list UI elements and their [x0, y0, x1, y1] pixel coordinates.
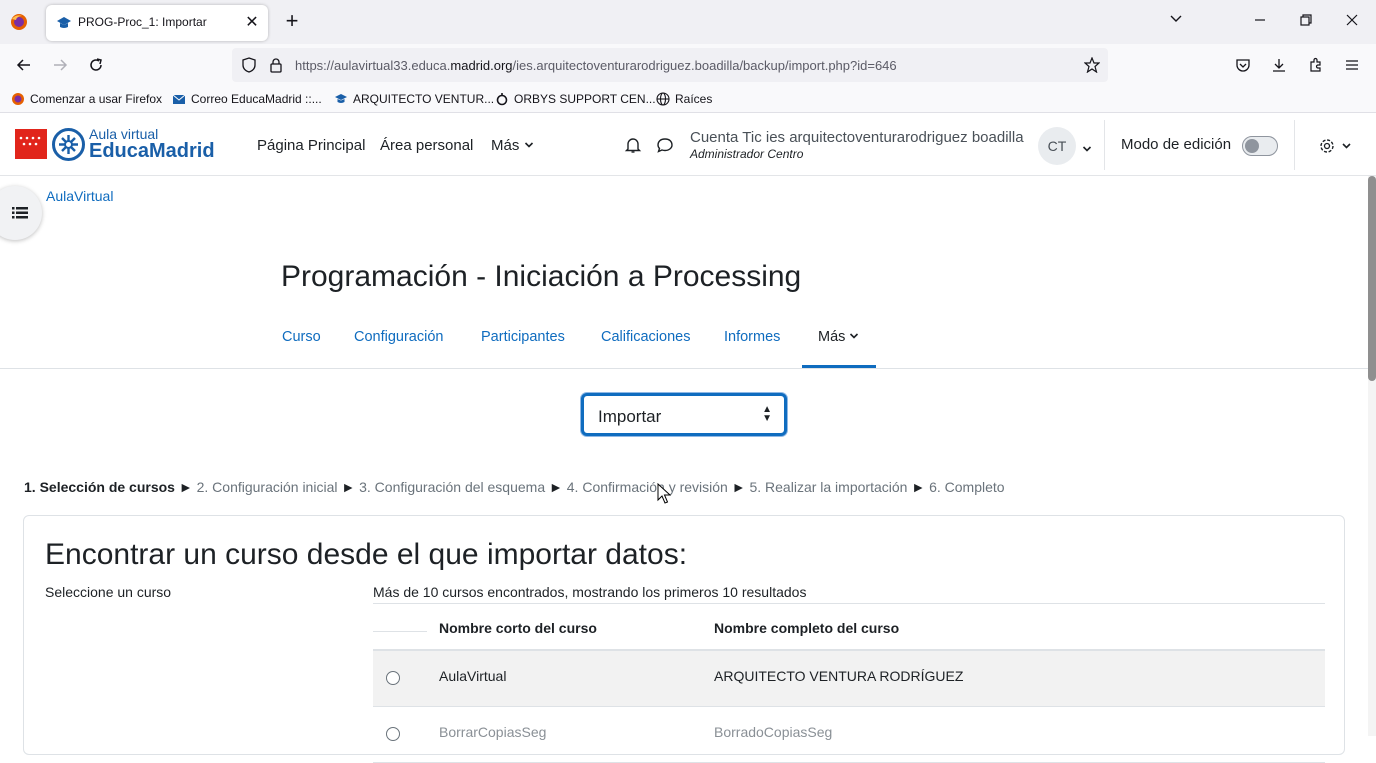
tab-mas[interactable]: Más: [818, 329, 859, 345]
downloads-icon[interactable]: [1267, 53, 1291, 77]
section-title: Encontrar un curso desde el que importar…: [45, 538, 688, 571]
header-divider: [1104, 120, 1105, 170]
table-header: Nombre corto del curso Nombre completo d…: [373, 603, 1325, 651]
course-full-name: BorradoCopiasSeg: [714, 724, 833, 740]
tab-calificaciones[interactable]: Calificaciones: [601, 329, 690, 345]
column-header-full-name: Nombre completo del curso: [714, 620, 900, 636]
course-short-name: BorrarCopiasSeg: [439, 724, 547, 740]
column-header-short-name: Nombre corto del curso: [439, 620, 597, 636]
step-current: 1. Selección de cursos: [24, 479, 175, 495]
browser-navbar: https://aulavirtual33.educa.madrid.org/i…: [0, 44, 1376, 86]
toggle-knob: [1245, 139, 1259, 153]
moodle-cap-icon: [57, 17, 71, 28]
new-tab-button[interactable]: +: [282, 10, 302, 34]
logo-title[interactable]: EducaMadrid: [89, 140, 215, 163]
settings-gear-icon[interactable]: [1318, 136, 1354, 156]
step: 4. Confirmación y revisión: [566, 479, 728, 495]
messages-icon[interactable]: [655, 135, 675, 155]
moodle-cap-icon: [335, 94, 347, 103]
course-index-drawer-button[interactable]: [0, 186, 42, 240]
educamadrid-logo-icon[interactable]: [52, 128, 85, 161]
reload-icon[interactable]: [84, 53, 108, 77]
step: 5. Realizar la importación: [749, 479, 908, 495]
edit-mode-toggle[interactable]: [1242, 136, 1278, 156]
nav-area-personal[interactable]: Área personal: [380, 137, 473, 154]
user-role: Administrador Centro: [690, 147, 804, 161]
user-menu-chevron-icon[interactable]: [1082, 141, 1092, 159]
bookmark-firefox[interactable]: Comenzar a usar Firefox: [11, 92, 162, 106]
header-divider: [1294, 120, 1295, 170]
list-all-tabs-icon[interactable]: [1166, 11, 1186, 31]
chevron-down-icon: [850, 333, 859, 339]
firefox-icon: [12, 93, 24, 105]
restore-window-icon[interactable]: [1296, 11, 1316, 31]
back-arrow-icon[interactable]: [12, 53, 36, 77]
mail-icon: [172, 94, 186, 104]
minimize-window-icon[interactable]: [1250, 11, 1270, 31]
avatar[interactable]: CT: [1038, 127, 1076, 165]
tab-informes[interactable]: Informes: [724, 329, 780, 345]
results-count-text: Más de 10 cursos encontrados, mostrando …: [373, 584, 807, 600]
mouse-pointer-icon: [657, 483, 671, 504]
select-course-label: Seleccione un curso: [45, 584, 172, 600]
table-row[interactable]: AulaVirtual ARQUITECTO VENTURA RODRÍGUEZ: [373, 651, 1325, 707]
forward-arrow-icon[interactable]: [48, 53, 72, 77]
course-radio[interactable]: [386, 727, 400, 741]
bookmark-orbys[interactable]: ORBYS SUPPORT CEN...: [495, 92, 656, 106]
orbys-icon: [496, 93, 508, 106]
select-arrows-icon: ▲ ▼: [762, 404, 772, 424]
globe-icon: [656, 92, 670, 106]
bookmarks-toolbar: Comenzar a usar Firefox Correo EducaMadr…: [0, 86, 1376, 113]
madrid-flag-logo[interactable]: [15, 129, 47, 159]
tab-configuracion[interactable]: Configuración: [354, 329, 443, 345]
extensions-icon[interactable]: [1304, 53, 1328, 77]
table-row[interactable]: BorrarCopiasSeg BorradoCopiasSeg: [373, 707, 1325, 763]
breadcrumb[interactable]: AulaVirtual: [46, 188, 113, 204]
bookmark-raices[interactable]: Raíces: [656, 92, 712, 106]
bookmark-correo[interactable]: Correo EducaMadrid ::...: [172, 92, 322, 106]
course-search-card: Encontrar un curso desde el que importar…: [23, 515, 1345, 763]
bookmark-star-icon[interactable]: [1084, 57, 1100, 73]
course-radio[interactable]: [386, 671, 400, 685]
list-icon: [12, 207, 28, 219]
courses-table: Nombre corto del curso Nombre completo d…: [373, 603, 1325, 763]
tab-participantes[interactable]: Participantes: [481, 329, 565, 345]
tab-curso[interactable]: Curso: [282, 329, 321, 345]
nav-pagina-principal[interactable]: Página Principal: [257, 137, 365, 154]
import-progress-steps: 1. Selección de cursos ► 2. Configuració…: [24, 479, 1005, 495]
chevron-down-icon: [524, 142, 533, 148]
step: 2. Configuración inicial: [196, 479, 338, 495]
notifications-bell-icon[interactable]: [623, 135, 643, 155]
scrollbar-thumb[interactable]: [1368, 176, 1376, 381]
pocket-icon[interactable]: [1231, 53, 1255, 77]
header-blank-cell: [373, 631, 427, 632]
bookmark-arquitecto[interactable]: ARQUITECTO VENTUR...: [334, 92, 494, 106]
active-tab-indicator: [802, 365, 876, 368]
action-select-value: Importar: [598, 407, 662, 426]
firefox-icon: [11, 14, 27, 30]
action-select[interactable]: Importar ▲ ▼: [581, 393, 787, 436]
course-secondary-nav: Curso Configuración Participantes Califi…: [0, 318, 1368, 369]
course-full-name: ARQUITECTO VENTURA RODRÍGUEZ: [714, 668, 964, 684]
address-bar[interactable]: https://aulavirtual33.educa.madrid.org/i…: [232, 48, 1108, 82]
course-short-name: AulaVirtual: [439, 668, 507, 684]
step: 6. Completo: [929, 479, 1005, 495]
page-scrollbar[interactable]: [1368, 176, 1376, 736]
site-header: Aula virtual EducaMadrid Página Principa…: [0, 114, 1376, 176]
page-title: Programación - Iniciación a Processing: [281, 260, 802, 293]
edit-mode-label: Modo de edición: [1121, 136, 1232, 153]
browser-titlebar: PROG-Proc_1: Importar ✕ +: [0, 0, 1376, 44]
step: 3. Configuración del esquema: [359, 479, 546, 495]
menu-hamburger-icon[interactable]: [1340, 53, 1364, 77]
shield-icon[interactable]: [241, 57, 257, 73]
tab-title: PROG-Proc_1: Importar: [78, 15, 207, 29]
nav-mas[interactable]: Más: [491, 137, 534, 154]
lock-icon[interactable]: [269, 57, 283, 73]
close-window-icon[interactable]: [1342, 11, 1362, 31]
close-tab-icon[interactable]: ✕: [242, 13, 262, 33]
browser-tab-active[interactable]: PROG-Proc_1: Importar ✕: [46, 5, 268, 41]
url-text[interactable]: https://aulavirtual33.educa.madrid.org/i…: [295, 58, 897, 73]
user-name[interactable]: Cuenta Tic ies arquitectoventurarodrigue…: [690, 129, 1024, 146]
